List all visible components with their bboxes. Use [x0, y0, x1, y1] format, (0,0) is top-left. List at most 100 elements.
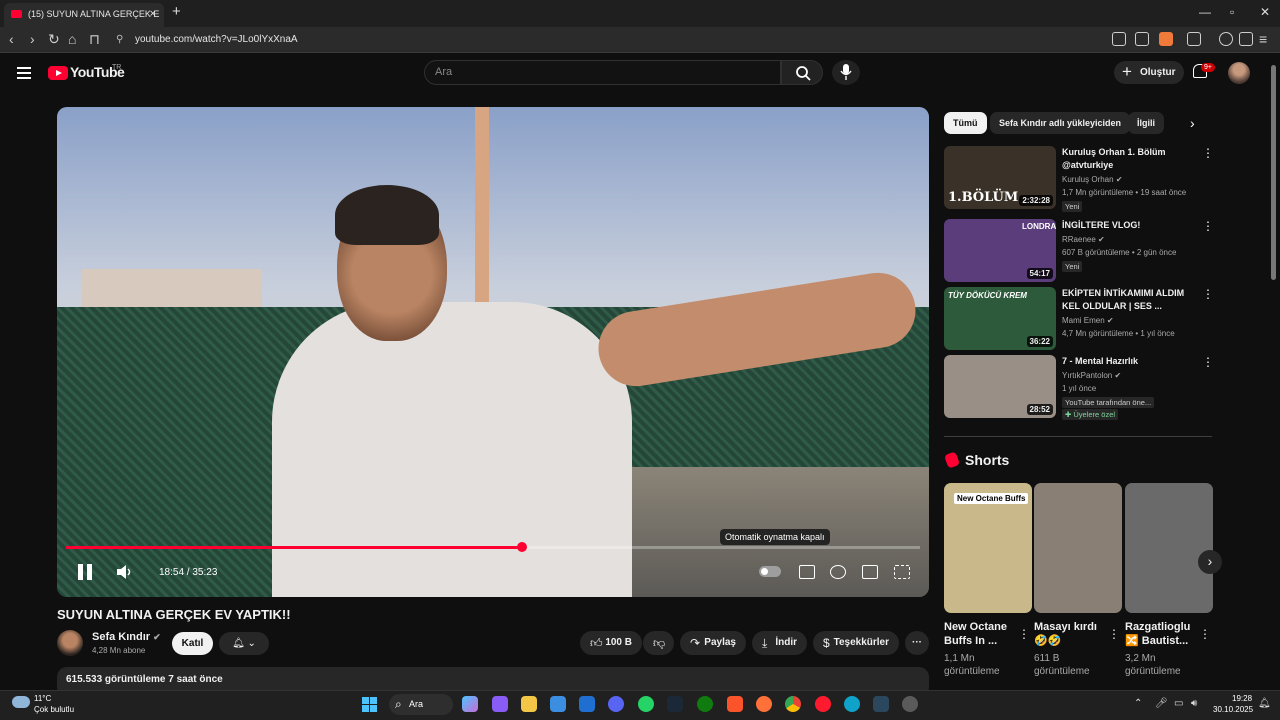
- more-vert-icon[interactable]: ⋮: [1199, 627, 1211, 641]
- window-close-icon[interactable]: ✕: [1260, 5, 1270, 19]
- download-button[interactable]: ⤓ İndir: [752, 631, 807, 655]
- progress-bar[interactable]: [66, 542, 920, 552]
- forward-icon[interactable]: ›: [30, 31, 35, 47]
- opera-icon[interactable]: [815, 696, 831, 712]
- recommendation-thumbnail[interactable]: 1.BÖLÜM 2:32:28: [944, 146, 1056, 209]
- start-windows-icon[interactable]: [362, 697, 378, 713]
- tray-mic-icon[interactable]: 🎤︎: [1155, 698, 1168, 709]
- recommendation-thumbnail[interactable]: LONDRA 54:17: [944, 219, 1056, 282]
- file-explorer-icon[interactable]: [521, 696, 537, 712]
- reload-icon[interactable]: ↻: [48, 31, 60, 48]
- tray-chevron-icon[interactable]: ⌃: [1134, 698, 1142, 709]
- bookmark-icon[interactable]: ⊓: [89, 31, 100, 48]
- share-page-icon[interactable]: [1135, 32, 1149, 46]
- clock-time[interactable]: 19:28: [1232, 694, 1252, 703]
- firefox-icon[interactable]: [756, 696, 772, 712]
- search-button[interactable]: [781, 60, 823, 85]
- discord-icon[interactable]: [608, 696, 624, 712]
- recommendation-item[interactable]: 1.BÖLÜM 2:32:28 Kuruluş Orhan 1. Bölüm @…: [944, 146, 1214, 212]
- menu-icon[interactable]: ≡: [1259, 31, 1267, 47]
- subtitles-icon[interactable]: [799, 565, 815, 579]
- search-input[interactable]: Ara: [424, 60, 781, 85]
- guide-menu-icon[interactable]: [17, 67, 31, 82]
- duration-badge: 28:52: [1026, 404, 1053, 415]
- minimize-icon[interactable]: —: [1199, 5, 1211, 19]
- settings-gear-icon[interactable]: [830, 565, 846, 579]
- chip-uploader[interactable]: Sefa Kındır adlı yükleyiciden: [990, 112, 1131, 134]
- whatsapp-icon[interactable]: [638, 696, 654, 712]
- tab-close-icon[interactable]: ×: [150, 3, 156, 25]
- dislike-button[interactable]: 👎︎: [643, 631, 674, 655]
- short-thumbnail[interactable]: New Octane Buffs: [944, 483, 1032, 613]
- more-vert-icon[interactable]: ⋮: [1108, 627, 1120, 641]
- media-icon[interactable]: [1219, 32, 1233, 46]
- like-button[interactable]: 👍︎ 100 B: [580, 631, 642, 655]
- pause-button[interactable]: [75, 562, 95, 582]
- notification-center-icon[interactable]: 🔔︎: [1258, 698, 1271, 709]
- chip-all[interactable]: Tümü: [944, 112, 987, 134]
- account-avatar[interactable]: [1228, 62, 1250, 84]
- chrome-icon[interactable]: [785, 696, 801, 712]
- thanks-button[interactable]: $ Teşekkürler: [813, 631, 899, 655]
- voice-search-button[interactable]: [832, 60, 860, 85]
- clock-date[interactable]: 30.10.2025: [1213, 705, 1253, 714]
- recommendation-item[interactable]: 28:52 7 - Mental Hazırlık YırtıkPantolon…: [944, 355, 1214, 420]
- recommendation-thumbnail[interactable]: 28:52: [944, 355, 1056, 418]
- short-thumbnail[interactable]: [1125, 483, 1213, 613]
- short-thumbnail[interactable]: [1034, 483, 1122, 613]
- recommendation-thumbnail[interactable]: TÜY DÖKÜCÜ KREM 36:22: [944, 287, 1056, 350]
- tray-network-icon[interactable]: ▭: [1174, 698, 1183, 709]
- video-player[interactable]: Otomatik oynatma kapalı 18:54 / 35:23: [57, 107, 929, 597]
- fullscreen-icon[interactable]: [894, 565, 910, 579]
- browser-tab[interactable]: (15) SUYUN ALTINA GERÇEK E ×: [4, 3, 164, 27]
- short-item[interactable]: New Octane Buffs New Octane Buffs In ...…: [944, 483, 1032, 678]
- task-view-icon[interactable]: [492, 696, 508, 712]
- create-button[interactable]: Oluştur: [1114, 60, 1184, 84]
- progress-scrubber[interactable]: [517, 542, 528, 552]
- more-vert-icon[interactable]: ⋮: [1202, 287, 1214, 301]
- sidebar-toggle-icon[interactable]: [1187, 32, 1201, 46]
- restore-icon[interactable]: ▫: [1230, 5, 1234, 19]
- channel-avatar[interactable]: [57, 630, 83, 656]
- weather-cloud-icon[interactable]: [12, 696, 30, 708]
- shorts-next-icon[interactable]: ›: [1198, 550, 1222, 574]
- back-icon[interactable]: ‹: [9, 31, 14, 47]
- join-button[interactable]: Katıl: [172, 632, 213, 655]
- more-actions-button[interactable]: ···: [905, 631, 929, 655]
- tray-volume-icon[interactable]: 🔊︎: [1191, 698, 1197, 709]
- more-vert-icon[interactable]: ⋮: [1202, 146, 1214, 160]
- steam-alt-icon[interactable]: [873, 696, 889, 712]
- home-icon[interactable]: ⌂: [68, 31, 76, 47]
- copilot-icon[interactable]: [462, 696, 478, 712]
- chip-related[interactable]: İlgili: [1128, 112, 1164, 134]
- taskbar-search[interactable]: Ara: [389, 694, 453, 715]
- recommendation-item[interactable]: LONDRA 54:17 İNGİLTERE VLOG! RRaenee ✔ 6…: [944, 219, 1214, 283]
- brave-icon[interactable]: [727, 696, 743, 712]
- more-vert-icon[interactable]: ⋮: [1018, 627, 1030, 641]
- recommendation-item[interactable]: TÜY DÖKÜCÜ KREM 36:22 EKİPTEN İNTİKAMIMI…: [944, 287, 1214, 351]
- store-icon[interactable]: [550, 696, 566, 712]
- vpn-icon[interactable]: [1239, 32, 1253, 46]
- autoplay-toggle[interactable]: [759, 566, 781, 577]
- cast-icon[interactable]: [1112, 32, 1126, 46]
- address-bar[interactable]: ⚲ youtube.com/watch?v=JLo0lYxXnaA: [110, 30, 1150, 50]
- new-tab-button[interactable]: +: [172, 3, 181, 20]
- chips-next-icon[interactable]: ›: [1190, 115, 1195, 131]
- page-scrollbar[interactable]: [1271, 65, 1276, 280]
- edge-icon[interactable]: [844, 696, 860, 712]
- share-button[interactable]: ↷ Paylaş: [680, 631, 746, 655]
- short-item[interactable]: Razgatlioglu 🔀 Bautist... 3,2 Mn görüntü…: [1125, 483, 1213, 678]
- brave-shields-icon[interactable]: [1159, 32, 1173, 46]
- volume-icon[interactable]: [117, 565, 133, 579]
- more-vert-icon[interactable]: ⋮: [1202, 219, 1214, 233]
- channel-name[interactable]: Sefa Kındır ✔: [92, 631, 161, 643]
- outlook-icon[interactable]: [579, 696, 595, 712]
- site-info-icon[interactable]: ⚲: [116, 30, 123, 50]
- steam-icon[interactable]: [667, 696, 683, 712]
- github-icon[interactable]: [902, 696, 918, 712]
- more-vert-icon[interactable]: ⋮: [1202, 355, 1214, 369]
- xbox-icon[interactable]: [697, 696, 713, 712]
- theater-mode-icon[interactable]: [862, 565, 878, 579]
- subscription-bell-button[interactable]: 🔔︎ ⌄: [219, 632, 269, 655]
- short-item[interactable]: Masayı kırdı 🤣🤣 611 B görüntüleme ⋮: [1034, 483, 1122, 678]
